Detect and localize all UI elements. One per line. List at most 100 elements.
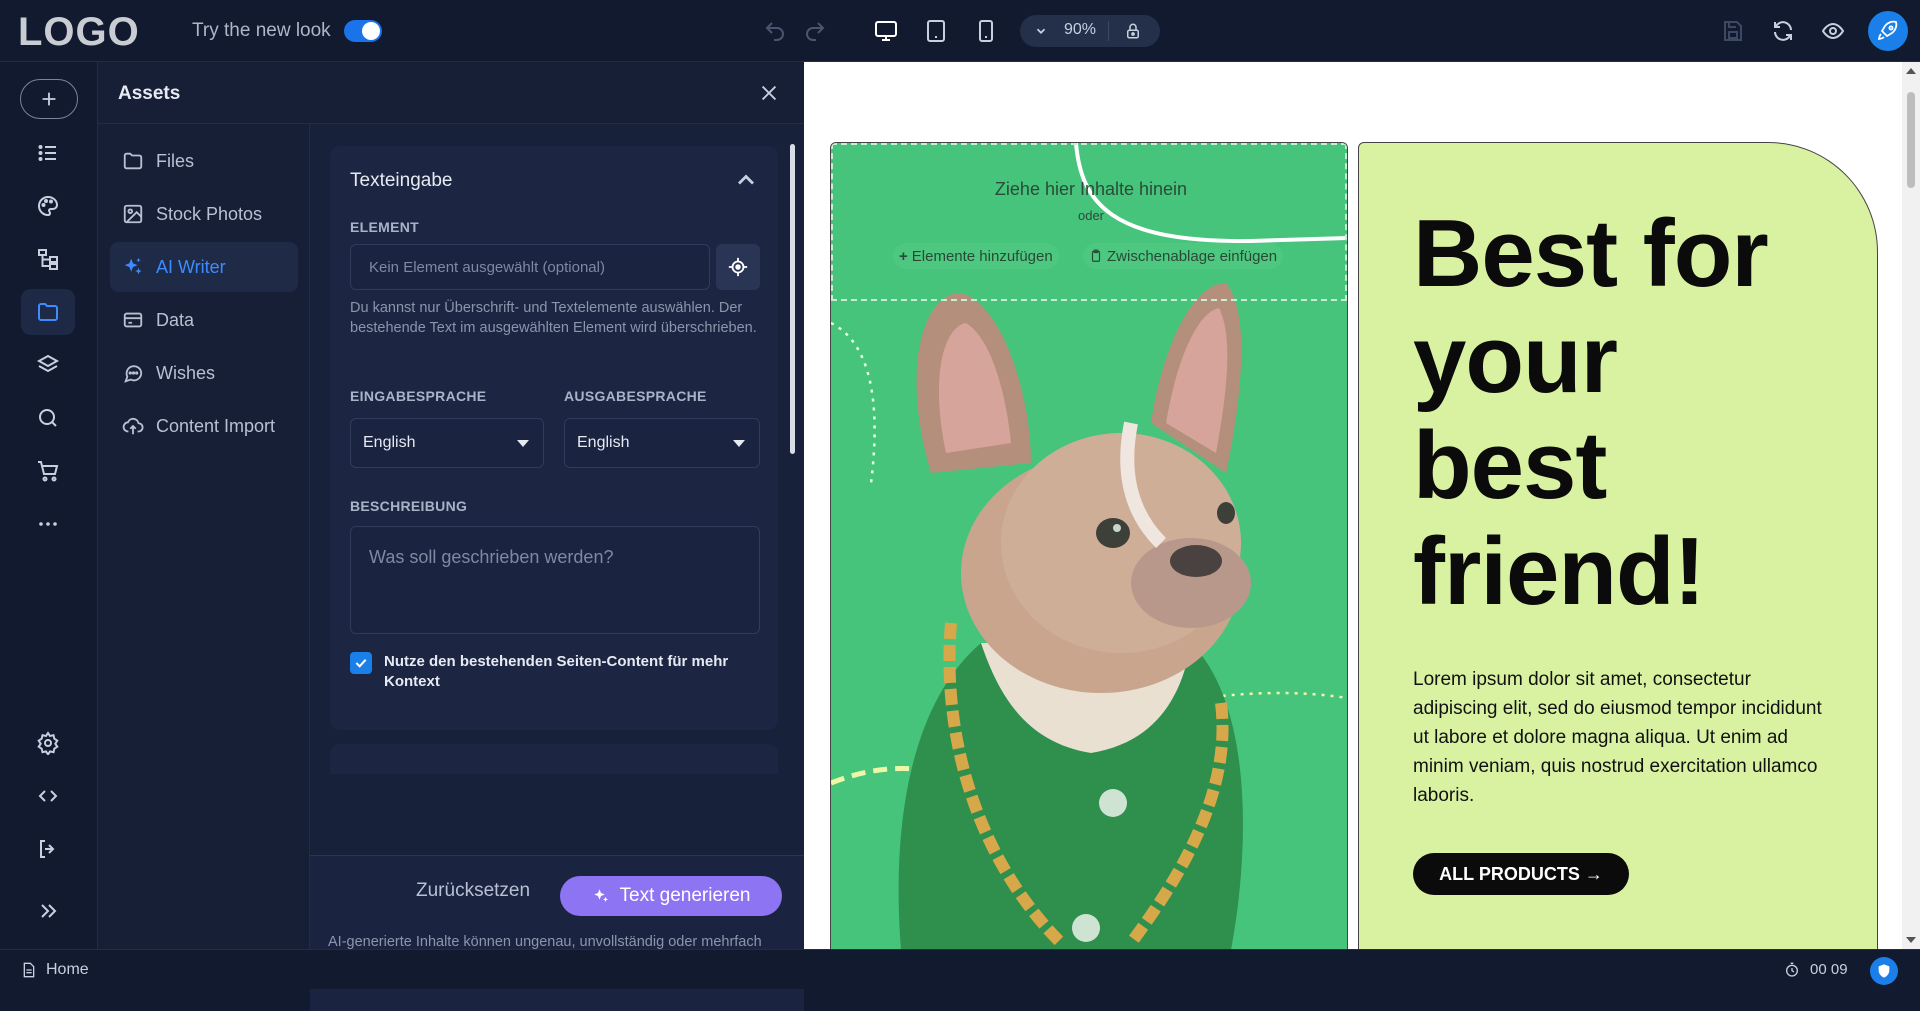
chat-bubble-icon (124, 365, 143, 383)
shield-icon (1878, 964, 1890, 978)
palette-icon[interactable] (21, 183, 75, 229)
context-checkbox-label: Nutze den bestehenden Seiten-Content für… (384, 653, 729, 690)
expand-rail-icon[interactable] (21, 888, 75, 934)
plus-icon (42, 92, 56, 106)
paste-clipboard-button[interactable]: Zwischenablage einfügen (1083, 243, 1284, 269)
assets-panel-header: Assets (98, 62, 804, 124)
plus-icon: + (899, 247, 908, 265)
generate-text-label: Text generieren (619, 885, 751, 906)
cart-icon[interactable] (21, 448, 75, 494)
dropdown-caret-icon (517, 440, 529, 447)
card-icon (123, 312, 143, 328)
section-title: Texteingabe (350, 170, 453, 191)
hero-image-section[interactable]: Ziehe hier Inhalte hinein oder + Element… (830, 142, 1348, 949)
next-card-collapsed (330, 744, 778, 774)
more-icon[interactable] (21, 501, 75, 547)
code-icon[interactable] (21, 773, 75, 819)
chevron-up-icon[interactable] (732, 166, 760, 194)
hero-text-section[interactable]: Best for your best friend! Lorem ipsum d… (1358, 142, 1878, 949)
nav-item-content-import[interactable]: Content Import (110, 401, 298, 451)
all-products-button[interactable]: ALL PRODUCTS → (1413, 853, 1629, 895)
timer-value: 00 09 (1810, 961, 1848, 978)
generate-text-button[interactable]: Text generieren (560, 876, 782, 916)
pick-element-button[interactable] (716, 244, 760, 290)
nav-item-label: AI Writer (156, 256, 226, 277)
nav-item-wishes[interactable]: Wishes (110, 348, 298, 398)
logo: LOGO (18, 10, 140, 54)
scroll-down-arrow-icon[interactable] (1906, 937, 1916, 943)
search-icon[interactable] (21, 395, 75, 441)
current-page-indicator[interactable]: Home (22, 961, 89, 979)
output-language-select[interactable]: English (564, 418, 760, 468)
folder-icon (123, 152, 143, 170)
nav-item-ai-writer[interactable]: AI Writer (110, 242, 298, 292)
publish-button[interactable] (1868, 11, 1908, 51)
preview-eye-icon[interactable] (1816, 14, 1850, 48)
tablet-view-icon[interactable] (919, 14, 953, 48)
panel-scrollbar[interactable] (790, 144, 795, 454)
add-elements-button[interactable]: + Elemente hinzufügen (893, 243, 1059, 269)
sparkle-icon (593, 889, 608, 902)
input-language-label: EINGABESPRACHE (350, 388, 487, 404)
nav-item-data[interactable]: Data (110, 295, 298, 345)
layers-icon[interactable] (21, 342, 75, 388)
add-elements-label: Elemente hinzufügen (911, 247, 1053, 265)
canvas-scrollbar[interactable] (1902, 62, 1920, 949)
cloud-upload-icon (122, 417, 144, 435)
refresh-icon[interactable] (1766, 14, 1800, 48)
scroll-up-arrow-icon[interactable] (1906, 68, 1916, 74)
current-page-name: Home (46, 961, 89, 978)
element-select-field[interactable]: Kein Element ausgewählt (optional) (350, 244, 710, 290)
description-textarea[interactable]: Was soll geschrieben werden? (350, 526, 760, 634)
save-icon[interactable] (1716, 14, 1750, 48)
hero-paragraph[interactable]: Lorem ipsum dolor sit amet, consectetur … (1413, 665, 1823, 810)
sitemap-icon[interactable] (21, 236, 75, 282)
crosshair-icon (728, 257, 748, 277)
mobile-view-icon[interactable] (969, 14, 1003, 48)
desktop-view-icon[interactable] (869, 14, 903, 48)
close-panel-button[interactable] (754, 78, 784, 108)
rocket-icon (1877, 20, 1898, 41)
redo-icon[interactable] (798, 14, 832, 48)
nav-item-files[interactable]: Files (110, 136, 298, 186)
description-label: BESCHREIBUNG (350, 498, 468, 514)
left-rail (0, 62, 98, 949)
status-bar: Home 00 09 (0, 949, 1920, 989)
nav-item-label: Stock Photos (156, 203, 263, 224)
settings-gear-icon[interactable] (21, 720, 75, 766)
lock-icon[interactable] (1124, 22, 1142, 40)
zoom-control[interactable]: 90% (1020, 15, 1160, 47)
nav-item-label: Wishes (156, 362, 216, 383)
output-language-label: AUSGABESPRACHE (564, 388, 707, 404)
new-look-toggle[interactable] (344, 20, 382, 42)
clipboard-icon (1091, 249, 1101, 262)
reset-button[interactable]: Zurücksetzen (416, 880, 530, 902)
context-checkbox[interactable] (350, 652, 372, 674)
close-icon (761, 85, 777, 101)
element-hint: Du kannst nur Überschrift- und Texteleme… (350, 300, 757, 336)
dropzone[interactable]: Ziehe hier Inhalte hinein oder + Element… (831, 143, 1347, 301)
chevron-down-icon (1036, 28, 1046, 34)
logout-icon[interactable] (21, 826, 75, 872)
security-shield-button[interactable] (1870, 957, 1898, 985)
nav-item-stock-photos[interactable]: Stock Photos (110, 189, 298, 239)
pages-list-icon[interactable] (21, 130, 75, 176)
page-canvas[interactable]: Ziehe hier Inhalte hinein oder + Element… (804, 62, 1920, 949)
add-element-button[interactable] (20, 79, 78, 119)
description-placeholder: Was soll geschrieben werden? (369, 547, 614, 567)
ai-writer-content: Texteingabe ELEMENT Kein Element ausgewä… (310, 124, 804, 1011)
session-timer: 00 09 (1784, 961, 1848, 978)
input-language-select[interactable]: English (350, 418, 544, 468)
assets-nav: Files Stock Photos AI Writer Data Wishes… (98, 124, 310, 949)
undo-icon[interactable] (758, 14, 792, 48)
hero-title[interactable]: Best for your best friend! (1413, 201, 1833, 625)
checkmark-icon (355, 658, 367, 668)
dropzone-or: oder (1077, 208, 1105, 223)
image-icon (123, 204, 143, 224)
assets-folder-icon[interactable] (21, 289, 75, 335)
scrollbar-thumb[interactable] (1907, 92, 1915, 188)
paste-clipboard-label: Zwischenablage einfügen (1107, 247, 1278, 265)
text-input-card: Texteingabe ELEMENT Kein Element ausgewä… (330, 146, 778, 730)
input-language-value: English (363, 434, 416, 451)
nav-item-label: Data (156, 309, 195, 330)
